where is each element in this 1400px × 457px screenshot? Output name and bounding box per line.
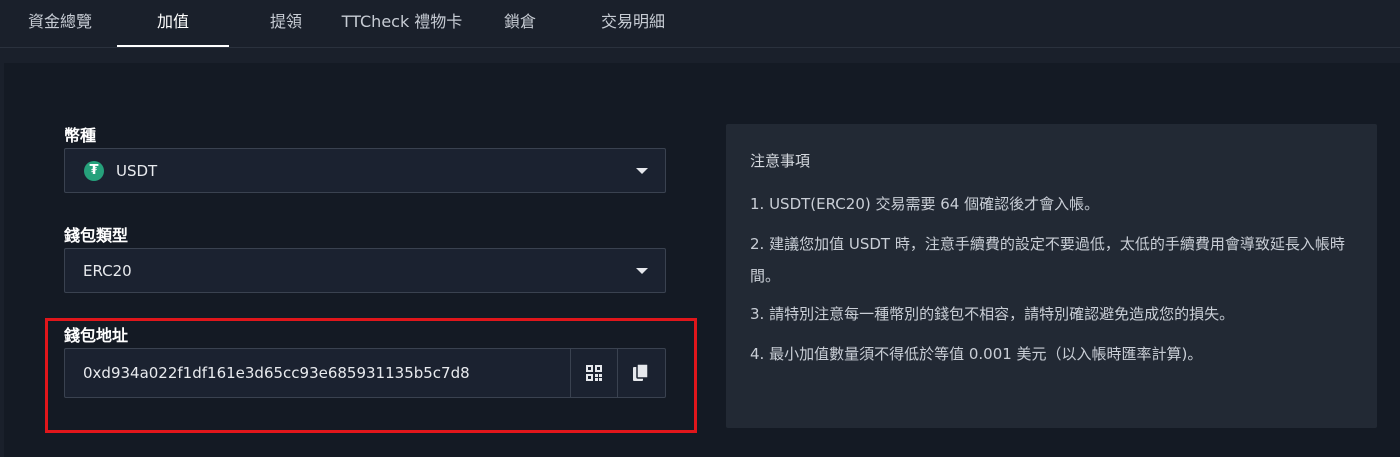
wallet-type-label: 錢包類型: [64, 226, 129, 245]
note-item-3: 3. 請特別注意每一種幣別的錢包不相容，請特別確認避免造成您的損失。: [750, 305, 1235, 323]
tab-lock[interactable]: 鎖倉: [502, 0, 538, 47]
top-tab-bar: 資金總覽 加值 提領 TTCheck 禮物卡 鎖倉 交易明細: [0, 0, 1400, 48]
tab-ttcheck-gift-card[interactable]: TTCheck 禮物卡: [341, 0, 463, 47]
wallet-type-select-value: ERC20: [83, 262, 132, 280]
wallet-address-highlight: [45, 318, 697, 433]
tab-withdraw[interactable]: 提領: [268, 0, 304, 47]
tab-deposit[interactable]: 加值: [117, 0, 229, 47]
caret-down-icon: [636, 168, 648, 174]
tab-transaction-history[interactable]: 交易明細: [597, 0, 669, 47]
wallet-type-select[interactable]: ERC20: [64, 248, 666, 293]
usdt-icon: ₮: [84, 161, 104, 181]
note-item-1: 1. USDT(ERC20) 交易需要 64 個確認後才會入帳。: [750, 195, 1100, 213]
tab-funds-overview[interactable]: 資金總覽: [24, 0, 96, 47]
notes-title: 注意事項: [750, 152, 811, 170]
notes-box: 注意事項 1. USDT(ERC20) 交易需要 64 個確認後才會入帳。 2.…: [726, 124, 1377, 428]
currency-select[interactable]: ₮ USDT: [64, 148, 666, 193]
note-item-4: 4. 最小加值數量須不得低於等值 0.001 美元（以入帳時匯率計算)。: [750, 345, 1203, 363]
currency-label: 幣種: [64, 126, 97, 145]
note-item-2: 2. 建議您加值 USDT 時，注意手續費的設定不要過低，太低的手續費用會導致延…: [750, 235, 1345, 285]
currency-select-value: USDT: [116, 162, 158, 180]
caret-down-icon: [636, 268, 648, 274]
